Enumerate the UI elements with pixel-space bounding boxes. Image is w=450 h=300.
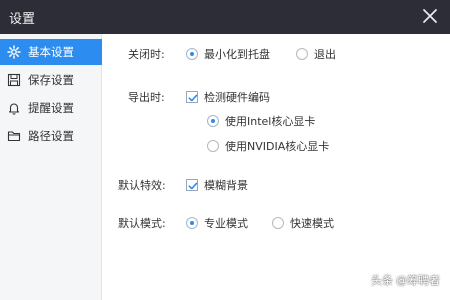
default-mode-label: 默认模式: xyxy=(118,217,166,230)
default-effects-label: 默认特效: xyxy=(118,179,166,192)
sidebar-item-path[interactable]: 路径设置 xyxy=(0,123,102,149)
option-label: 专业模式 xyxy=(204,217,248,230)
radio-indicator xyxy=(207,140,219,152)
checkbox-indicator xyxy=(186,179,198,191)
close-behavior-label: 关闭时: xyxy=(128,48,165,61)
bell-icon xyxy=(7,101,21,115)
option-label: 模糊背景 xyxy=(204,179,248,192)
close-minimize-radio[interactable]: 最小化到托盘 xyxy=(186,46,270,62)
close-icon[interactable] xyxy=(420,6,440,26)
sidebar: 基本设置 保存设置 提醒设置 路径设置 xyxy=(0,34,102,300)
option-label: 检测硬件编码 xyxy=(204,91,270,104)
sidebar-item-label: 路径设置 xyxy=(28,129,74,143)
title-bar: 设置 xyxy=(0,0,450,34)
radio-indicator xyxy=(186,48,198,60)
sidebar-item-label: 保存设置 xyxy=(28,73,74,87)
close-exit-radio[interactable]: 退出 xyxy=(296,46,336,62)
option-label: 使用NVIDIA核心显卡 xyxy=(225,140,330,153)
quick-mode-radio[interactable]: 快速模式 xyxy=(272,215,334,231)
gear-icon xyxy=(7,45,21,59)
radio-indicator xyxy=(207,115,219,127)
checkbox-indicator xyxy=(186,91,198,103)
intel-gpu-radio[interactable]: 使用Intel核心显卡 xyxy=(207,113,315,129)
watermark-handle: @筹聘者 xyxy=(396,274,440,287)
radio-indicator xyxy=(296,48,308,60)
professional-mode-radio[interactable]: 专业模式 xyxy=(186,215,248,231)
sidebar-item-basic[interactable]: 基本设置 xyxy=(0,39,102,65)
sidebar-item-reminder[interactable]: 提醒设置 xyxy=(0,95,102,121)
option-label: 使用Intel核心显卡 xyxy=(225,115,316,128)
hardware-encoding-checkbox[interactable]: 检测硬件编码 xyxy=(186,89,270,105)
sidebar-item-label: 提醒设置 xyxy=(28,101,74,115)
sidebar-item-save[interactable]: 保存设置 xyxy=(0,67,102,93)
window-title: 设置 xyxy=(9,12,36,27)
watermark: 头条 @筹聘者 xyxy=(371,272,440,288)
export-label: 导出时: xyxy=(128,91,165,104)
option-label: 最小化到托盘 xyxy=(204,48,270,61)
blur-background-checkbox[interactable]: 模糊背景 xyxy=(186,177,248,193)
sidebar-item-label: 基本设置 xyxy=(28,45,74,59)
folder-icon xyxy=(7,129,21,143)
radio-indicator xyxy=(272,217,284,229)
save-icon xyxy=(7,73,21,87)
nvidia-gpu-radio[interactable]: 使用NVIDIA核心显卡 xyxy=(207,138,329,154)
option-label: 退出 xyxy=(314,48,336,61)
watermark-prefix: 头条 xyxy=(371,274,393,287)
option-label: 快速模式 xyxy=(290,217,334,230)
radio-indicator xyxy=(186,217,198,229)
